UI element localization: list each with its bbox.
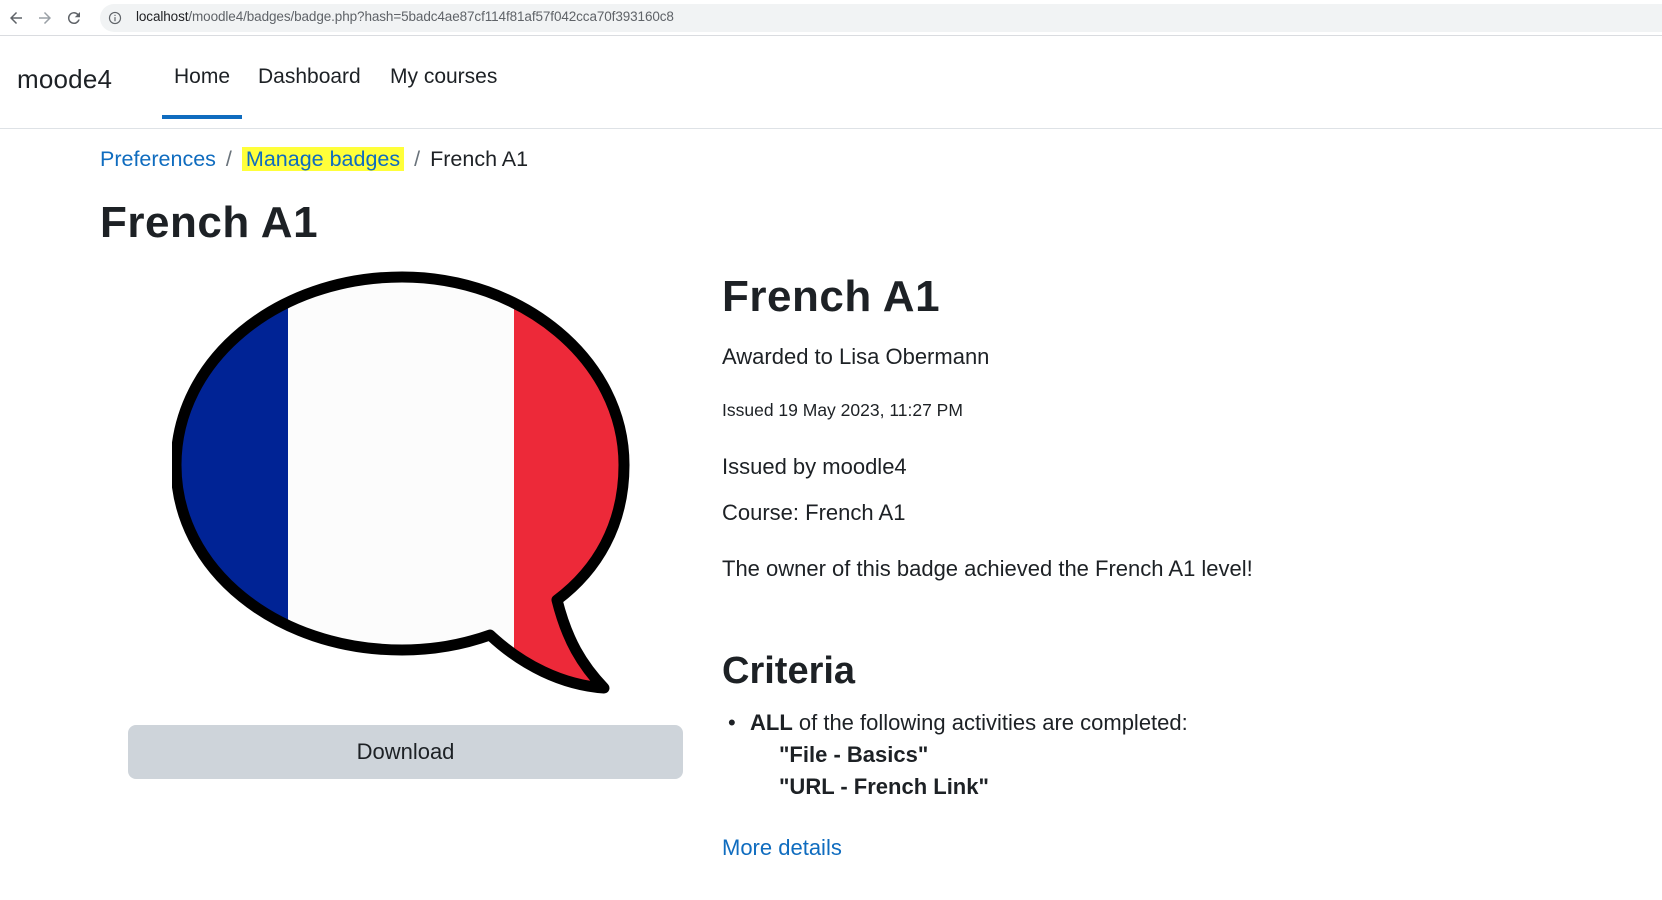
badge-name: French A1 (722, 272, 941, 321)
awarded-to: Awarded to Lisa Obermann (722, 344, 990, 369)
address-bar[interactable]: localhost/moodle4/badges/badge.php?hash=… (100, 4, 1662, 32)
page-title: French A1 (100, 198, 319, 247)
browser-toolbar: localhost/moodle4/badges/badge.php?hash=… (0, 0, 1662, 36)
criteria-condition-text: of the following activities are complete… (792, 710, 1188, 735)
badge-description: The owner of this badge achieved the Fre… (722, 556, 1253, 581)
site-navbar: moode4 Home Dashboard My courses (0, 36, 1662, 129)
back-icon[interactable] (4, 6, 28, 30)
issued-by: Issued by moodle4 (722, 454, 907, 479)
url-host: localhost (136, 9, 189, 24)
url-text: localhost/moodle4/badges/badge.php?hash=… (136, 9, 674, 24)
breadcrumb-preferences[interactable]: Preferences (100, 147, 216, 171)
download-button[interactable]: Download (128, 725, 683, 779)
breadcrumb-separator: / (414, 147, 421, 171)
url-path: /moodle4/badges/badge.php?hash=5badc4ae8… (188, 9, 674, 24)
site-brand[interactable]: moode4 (17, 64, 112, 95)
breadcrumb-manage-badges[interactable]: Manage badges (241, 147, 405, 171)
more-details-link[interactable]: More details (722, 835, 842, 861)
course: Course: French A1 (722, 500, 906, 525)
nav-home[interactable]: Home (161, 65, 243, 119)
breadcrumb-separator: / (225, 147, 232, 171)
french-flag-speech-bubble-icon (172, 271, 630, 694)
nav-my-courses[interactable]: My courses (390, 65, 497, 89)
bullet-icon: • (728, 710, 736, 735)
site-info-icon[interactable] (108, 11, 122, 25)
breadcrumb-current: French A1 (430, 147, 529, 171)
criteria-activity: "URL - French Link" (779, 774, 989, 799)
criteria-condition-strong: ALL (750, 710, 793, 735)
nav-dashboard[interactable]: Dashboard (258, 65, 361, 89)
reload-icon[interactable] (62, 6, 86, 30)
issued-date: Issued 19 May 2023, 11:27 PM (722, 400, 963, 420)
criteria-condition: ALL of the following activities are comp… (750, 710, 1188, 736)
criteria-activity: "File - Basics" (779, 742, 929, 767)
forward-icon[interactable] (33, 6, 57, 30)
criteria-heading: Criteria (722, 650, 856, 692)
breadcrumb: Preferences / Manage badges / French A1 (100, 147, 528, 172)
